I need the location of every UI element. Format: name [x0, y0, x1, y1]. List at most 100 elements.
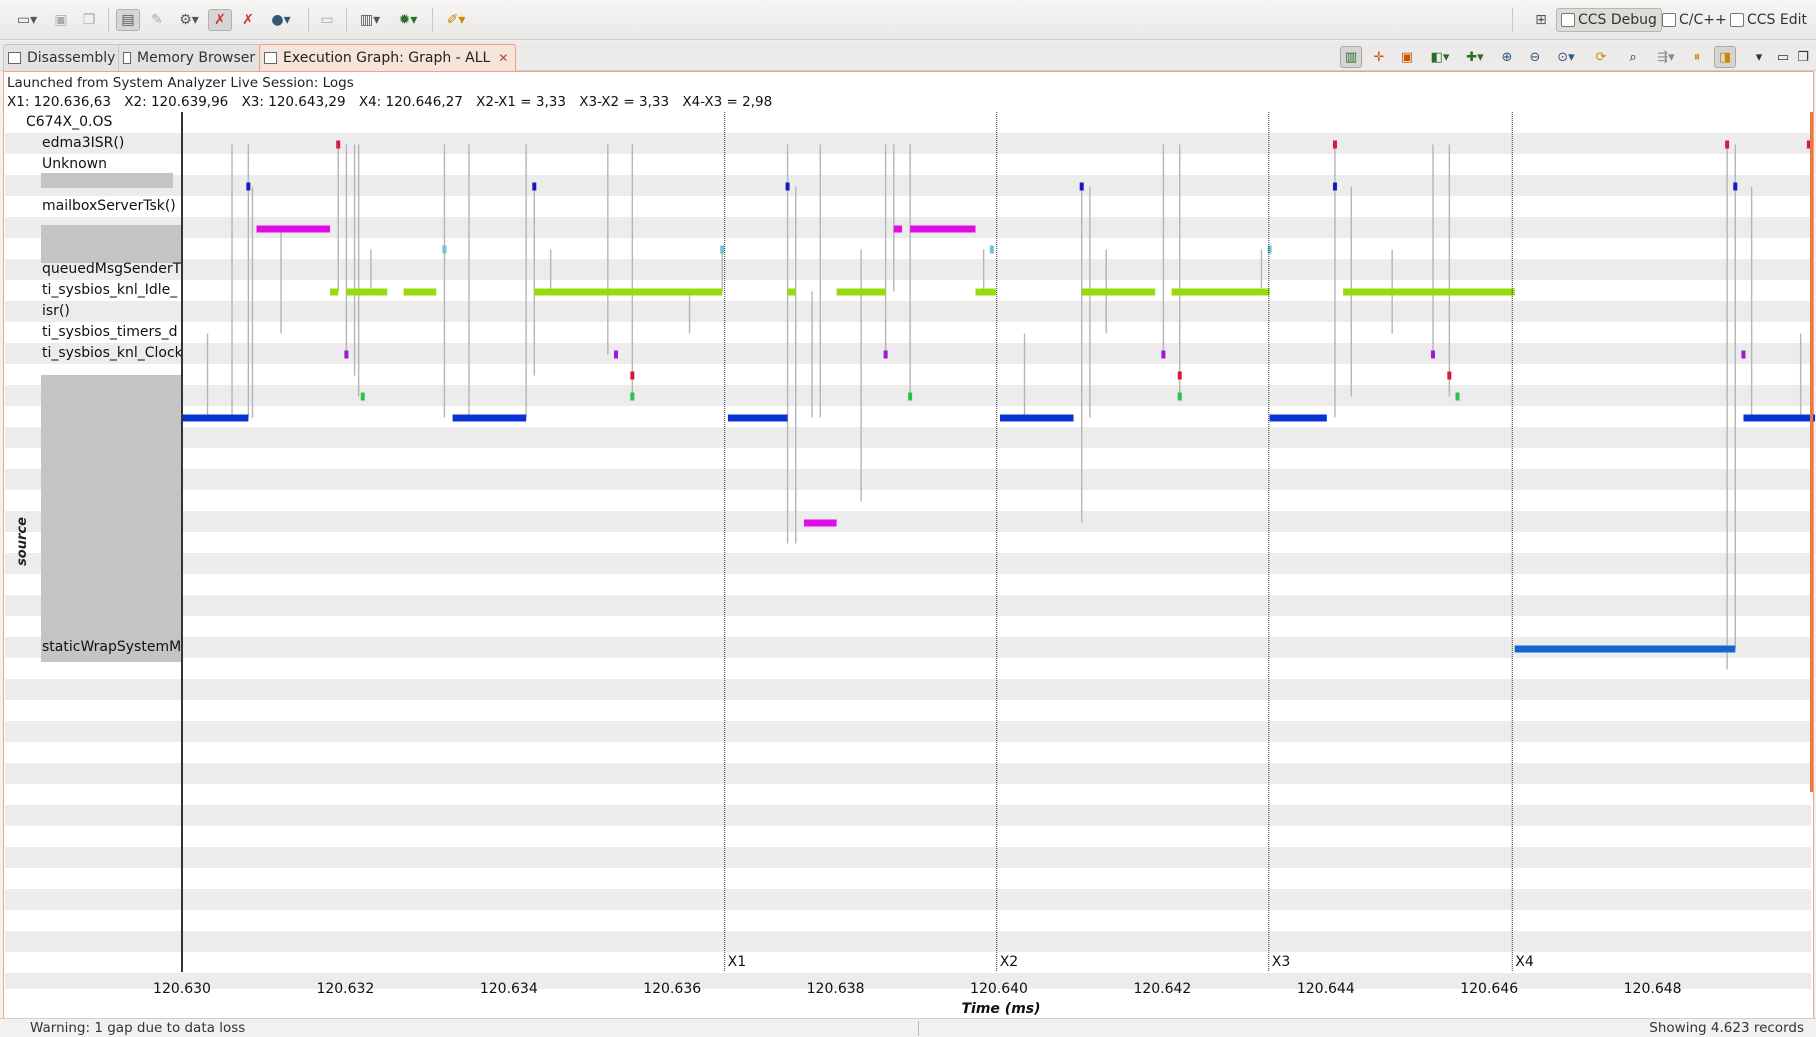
- gear-tool-icon[interactable]: ✹▾: [392, 9, 424, 31]
- cursor-label: X1: [728, 954, 747, 970]
- chart-tool-icon[interactable]: ▥▾: [354, 9, 386, 31]
- event-marker: [1177, 392, 1182, 401]
- row-label: mailboxServerTsk(): [42, 198, 176, 214]
- event-marker: [1725, 140, 1730, 149]
- state-segment: [1743, 414, 1815, 422]
- hidden-row-block: [41, 173, 173, 188]
- new-file-icon[interactable]: ▭▾: [12, 9, 42, 31]
- view-menu-icon[interactable]: ▾: [1748, 46, 1770, 68]
- terminal-icon[interactable]: ▭: [316, 9, 338, 31]
- event-marker: [630, 371, 635, 380]
- minimize-icon[interactable]: ▭: [1772, 46, 1794, 68]
- state-segment: [836, 288, 886, 296]
- hidden-row-block: [41, 375, 181, 662]
- marker-info: X1: 120.636,63 X2: 120.639,96 X3: 120.64…: [7, 94, 781, 110]
- x-tick-label: 120.642: [1133, 981, 1192, 997]
- event-marker: [1741, 350, 1746, 359]
- tab-memory-browser[interactable]: Memory Browser: [118, 44, 264, 71]
- tab-disassembly[interactable]: Disassembly: [3, 44, 124, 71]
- open-perspective-icon[interactable]: ⊞: [1530, 9, 1552, 31]
- state-segment: [975, 288, 996, 296]
- save-icon[interactable]: ▣: [50, 9, 72, 31]
- event-marker: [785, 182, 790, 191]
- marker-x3: X3: 120.643,29: [241, 94, 346, 110]
- event-marker: [720, 245, 725, 254]
- tab-execution-graph[interactable]: Execution Graph: Graph - ALL ✕: [259, 44, 517, 71]
- state-segment: [893, 225, 902, 233]
- vertical-scrollbar[interactable]: [1810, 112, 1813, 792]
- breakpoint-icon[interactable]: ✗: [208, 9, 232, 31]
- perspective-cpp[interactable]: C/C++: [1658, 8, 1731, 32]
- view-tool-5-icon[interactable]: ✚▾: [1460, 46, 1490, 68]
- perspective-ccs-debug[interactable]: CCS Debug: [1556, 8, 1662, 32]
- chip-icon[interactable]: ⚙▾: [174, 9, 204, 31]
- zoom-in-icon[interactable]: ⊕: [1496, 46, 1518, 68]
- row-label: ti_sysbios_timers_d: [42, 324, 178, 340]
- x-axis-title: Time (ms): [961, 1001, 1041, 1017]
- row-label: ti_sysbios_knl_Clock: [42, 345, 181, 361]
- event-marker: [442, 245, 447, 254]
- target-icon[interactable]: ●▾: [265, 9, 297, 31]
- perspective-ccs-edit[interactable]: CCS Edit: [1726, 8, 1811, 32]
- event-marker: [1733, 182, 1738, 191]
- view-tool-3-icon[interactable]: ▣: [1396, 46, 1418, 68]
- event-marker: [1447, 371, 1452, 380]
- edit-perspective-icon: [1730, 13, 1744, 27]
- breakpoint-remove-icon[interactable]: ✗: [237, 9, 259, 31]
- state-segment: [803, 519, 837, 527]
- event-marker: [246, 182, 251, 191]
- graph-icon: [264, 52, 277, 64]
- x-tick-label: 120.630: [153, 981, 211, 997]
- pen-icon[interactable]: ✎: [146, 9, 168, 31]
- zoom-out-icon[interactable]: ⊖: [1524, 46, 1546, 68]
- row-label: edma3ISR(): [42, 135, 125, 151]
- pin-tool-icon[interactable]: ✐▾: [440, 9, 472, 31]
- event-marker: [532, 182, 537, 191]
- execution-graph-plot[interactable]: X1 X2 X3 X4: [181, 112, 1815, 972]
- state-segment: [910, 225, 976, 233]
- x-tick-label: 120.638: [806, 981, 865, 997]
- event-marker: [360, 392, 365, 401]
- filter-icon[interactable]: ⇶▾: [1652, 46, 1680, 68]
- state-segment: [403, 288, 437, 296]
- state-segment: [1171, 288, 1270, 296]
- state-segment: [1514, 645, 1736, 653]
- zoom-fit-icon[interactable]: ⊙▾: [1552, 46, 1580, 68]
- event-marker: [614, 350, 619, 359]
- event-marker: [908, 392, 913, 401]
- cursor-label: X2: [1000, 954, 1019, 970]
- x-tick-label: 120.648: [1623, 981, 1682, 997]
- x-tick-label: 120.636: [643, 981, 702, 997]
- refresh-icon[interactable]: ⟳: [1590, 46, 1612, 68]
- row-label: queuedMsgSenderT: [42, 261, 181, 277]
- event-marker: [630, 392, 635, 401]
- debug-view-icon[interactable]: ▤: [116, 9, 140, 31]
- event-marker: [883, 350, 888, 359]
- find-icon[interactable]: ⌕: [1622, 46, 1644, 68]
- event-marker: [1161, 350, 1166, 359]
- cursor-label: X4: [1515, 954, 1534, 970]
- save-all-icon[interactable]: ❐: [78, 9, 100, 31]
- view-tool-1-icon[interactable]: ▥: [1340, 46, 1362, 68]
- y-axis-label: source: [14, 517, 30, 566]
- launch-info: Launched from System Analyzer Live Sessi…: [7, 75, 354, 91]
- state-segment: [1000, 414, 1074, 422]
- delta-x4-x3: X4-X3 = 2,98: [682, 94, 773, 110]
- event-marker: [1332, 140, 1337, 149]
- view-tool-4-icon[interactable]: ◧▾: [1426, 46, 1454, 68]
- marker-x2: X2: 120.639,96: [124, 94, 229, 110]
- state-segment: [787, 288, 796, 296]
- event-marker: [1079, 182, 1084, 191]
- row-label: staticWrapSystemM: [42, 639, 181, 655]
- status-bar: Warning: 1 gap due to data loss Showing …: [0, 1018, 1816, 1037]
- close-tab-icon[interactable]: ✕: [498, 51, 508, 65]
- execution-graph-editor: Launched from System Analyzer Live Sessi…: [3, 71, 1815, 1037]
- view-tool-2-icon[interactable]: ✛: [1368, 46, 1390, 68]
- maximize-icon[interactable]: ❐: [1792, 46, 1814, 68]
- state-segment: [256, 225, 331, 233]
- scroll-lock-icon[interactable]: ◨: [1714, 46, 1736, 68]
- event-marker: [1431, 350, 1436, 359]
- graph-svg: X1 X2 X3 X4: [183, 112, 1815, 972]
- pause-icon[interactable]: ⏸: [1686, 46, 1708, 68]
- row-label: C674X_0.OS: [26, 114, 113, 130]
